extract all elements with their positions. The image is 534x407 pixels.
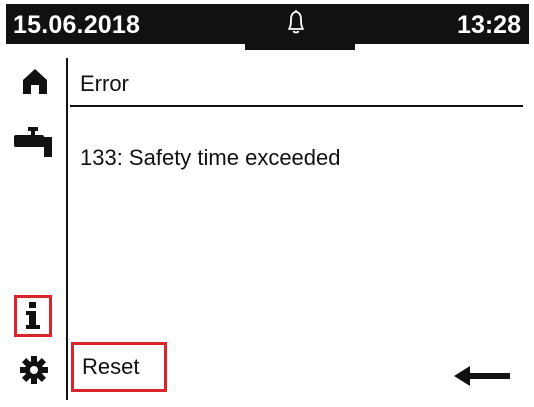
reset-button[interactable]: Reset	[71, 342, 167, 392]
status-bar: 15.06.2018 13:28	[6, 4, 529, 44]
sidebar-divider	[66, 58, 68, 400]
error-message: 133: Safety time exceeded	[80, 145, 341, 170]
title-divider	[70, 105, 523, 107]
active-tab-indicator	[245, 44, 355, 50]
device-screen: 15.06.2018 13:28 Error 133: Safety time …	[0, 0, 534, 407]
page-title: Error	[80, 71, 129, 96]
back-arrow-icon[interactable]	[454, 364, 512, 388]
reset-label: Reset	[82, 354, 140, 379]
time-display: 13:28	[457, 11, 521, 39]
date-display: 15.06.2018	[13, 11, 141, 39]
info-icon[interactable]	[14, 295, 52, 337]
home-icon[interactable]	[22, 66, 48, 96]
bell-icon[interactable]	[278, 5, 314, 41]
tap-icon[interactable]	[12, 125, 56, 161]
gear-icon[interactable]	[19, 355, 49, 385]
